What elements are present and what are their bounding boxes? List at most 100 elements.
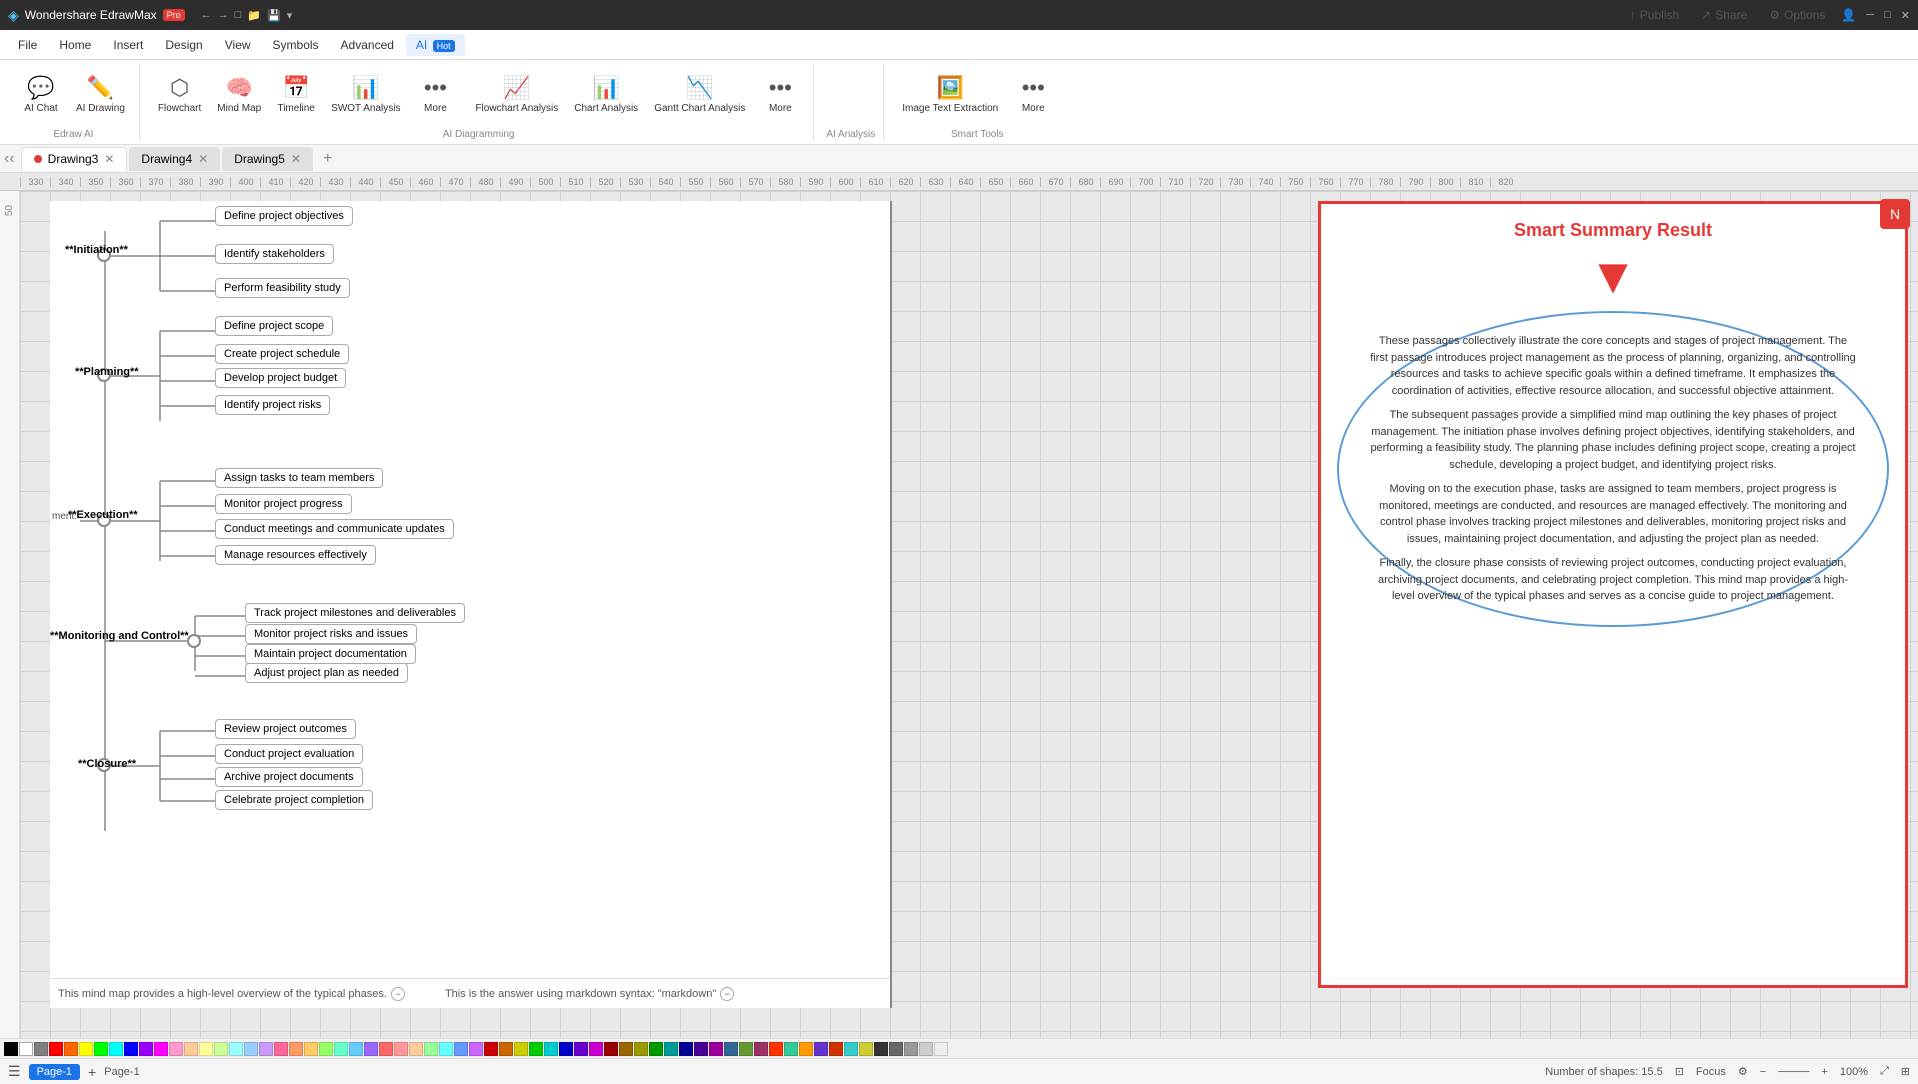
task-identify-stakeholders[interactable]: Identify stakeholders xyxy=(215,244,334,264)
color-green-light[interactable] xyxy=(214,1042,228,1056)
user-avatar[interactable]: 👤 xyxy=(1841,8,1856,22)
tab-drawing5[interactable]: Drawing5 ✕ xyxy=(222,147,313,171)
task-track-milestones[interactable]: Track project milestones and deliverable… xyxy=(245,603,465,623)
menu-insert[interactable]: Insert xyxy=(103,34,153,56)
zoom-out-icon[interactable]: − xyxy=(1760,1066,1766,1078)
window-maximize[interactable]: □ xyxy=(1884,9,1891,21)
task-maintain-docs[interactable]: Maintain project documentation xyxy=(245,644,416,664)
color-amber[interactable] xyxy=(799,1042,813,1056)
menu-advanced[interactable]: Advanced xyxy=(331,34,404,56)
status-icon-bottom[interactable]: ⊞ xyxy=(1901,1065,1910,1078)
color-apricot[interactable] xyxy=(409,1042,423,1056)
color-brick[interactable] xyxy=(829,1042,843,1056)
color-violet[interactable] xyxy=(364,1042,378,1056)
toolbar-swot[interactable]: 📊 SWOT Analysis xyxy=(325,65,406,125)
color-teal[interactable] xyxy=(664,1042,678,1056)
task-monitor-risks[interactable]: Monitor project risks and issues xyxy=(245,624,417,644)
color-peach[interactable] xyxy=(184,1042,198,1056)
menu-symbols[interactable]: Symbols xyxy=(263,34,329,56)
color-red[interactable] xyxy=(49,1042,63,1056)
toolbar-gantt-analysis[interactable]: 📉 Gantt Chart Analysis xyxy=(648,65,751,125)
color-pink-light[interactable] xyxy=(169,1042,183,1056)
tab-scroll-left[interactable]: ‹‹ xyxy=(4,150,15,168)
options-button[interactable]: ⚙ Options xyxy=(1763,6,1831,24)
tab-drawing3[interactable]: Drawing3 ✕ xyxy=(21,147,128,171)
task-feasibility[interactable]: Perform feasibility study xyxy=(215,278,350,298)
color-emerald[interactable] xyxy=(784,1042,798,1056)
fullscreen-icon[interactable]: ⤢ xyxy=(1880,1065,1889,1078)
color-indigo[interactable] xyxy=(574,1042,588,1056)
toolbar-more1[interactable]: ••• More xyxy=(410,65,460,125)
color-navy[interactable] xyxy=(679,1042,693,1056)
color-maroon[interactable] xyxy=(604,1042,618,1056)
minus-icon-right[interactable]: − xyxy=(720,987,734,1001)
color-mint[interactable] xyxy=(424,1042,438,1056)
task-identify-risks[interactable]: Identify project risks xyxy=(215,395,330,415)
menu-ai[interactable]: AI Hot xyxy=(406,34,465,56)
toolbar-open[interactable]: 📁 xyxy=(247,9,261,22)
color-yellow[interactable] xyxy=(79,1042,93,1056)
tab-drawing5-close[interactable]: ✕ xyxy=(291,152,301,166)
color-coral[interactable] xyxy=(379,1042,393,1056)
color-dark-cyan[interactable] xyxy=(544,1042,558,1056)
color-orchid[interactable] xyxy=(469,1042,483,1056)
minus-icon-left[interactable]: − xyxy=(391,987,405,1001)
status-menu-icon[interactable]: ☰ xyxy=(8,1063,21,1080)
color-turquoise[interactable] xyxy=(844,1042,858,1056)
color-yellow-olive[interactable] xyxy=(859,1042,873,1056)
color-salmon[interactable] xyxy=(289,1042,303,1056)
toolbar-image-text[interactable]: 🖼️ Image Text Extraction xyxy=(896,65,1004,125)
tab-drawing4-close[interactable]: ✕ xyxy=(198,152,208,166)
task-develop-budget[interactable]: Develop project budget xyxy=(215,368,346,388)
status-add-page[interactable]: + xyxy=(88,1064,96,1080)
color-lime[interactable] xyxy=(319,1042,333,1056)
color-magenta[interactable] xyxy=(154,1042,168,1056)
toolbar-more3[interactable]: ••• More xyxy=(1008,65,1058,125)
color-olive[interactable] xyxy=(514,1042,528,1056)
color-purple[interactable] xyxy=(139,1042,153,1056)
color-plum[interactable] xyxy=(709,1042,723,1056)
color-very-light-gray[interactable] xyxy=(919,1042,933,1056)
task-conduct-evaluation[interactable]: Conduct project evaluation xyxy=(215,744,363,764)
color-sky[interactable] xyxy=(349,1042,363,1056)
color-medium-gray[interactable] xyxy=(889,1042,903,1056)
color-orange-red[interactable] xyxy=(64,1042,78,1056)
tab-drawing4[interactable]: Drawing4 ✕ xyxy=(129,147,220,171)
toolbar-flowchart[interactable]: ⬡ Flowchart xyxy=(152,65,207,125)
toolbar-more[interactable]: ▾ xyxy=(287,9,293,22)
tab-add[interactable]: + xyxy=(315,146,340,172)
task-conduct-meetings[interactable]: Conduct meetings and communicate updates xyxy=(215,519,454,539)
tab-drawing3-close[interactable]: ✕ xyxy=(104,152,114,166)
menu-design[interactable]: Design xyxy=(155,34,212,56)
document-canvas[interactable]: ment: **Initiation** **Planning** **Exec… xyxy=(50,201,890,1008)
color-wine[interactable] xyxy=(754,1042,768,1056)
menu-view[interactable]: View xyxy=(215,34,261,56)
color-gray[interactable] xyxy=(34,1042,48,1056)
color-cornflower[interactable] xyxy=(454,1042,468,1056)
task-assign-tasks[interactable]: Assign tasks to team members xyxy=(215,468,383,488)
task-archive-docs[interactable]: Archive project documents xyxy=(215,767,363,787)
zoom-in-icon[interactable]: + xyxy=(1821,1066,1827,1078)
toolbar-flowchart-analysis[interactable]: 📈 Flowchart Analysis xyxy=(469,65,564,125)
toolbar-ai-drawing[interactable]: ✏️ AI Drawing xyxy=(70,65,131,125)
color-dark-green[interactable] xyxy=(529,1042,543,1056)
toolbar-redo[interactable]: → xyxy=(218,9,229,21)
task-create-schedule[interactable]: Create project schedule xyxy=(215,344,349,364)
toolbar-new[interactable]: □ xyxy=(235,9,242,21)
color-olive-green[interactable] xyxy=(739,1042,753,1056)
task-manage-resources[interactable]: Manage resources effectively xyxy=(215,545,376,565)
color-green[interactable] xyxy=(94,1042,108,1056)
color-near-white[interactable] xyxy=(934,1042,948,1056)
color-blue-light[interactable] xyxy=(244,1042,258,1056)
task-review-outcomes[interactable]: Review project outcomes xyxy=(215,719,356,739)
color-white[interactable] xyxy=(19,1042,33,1056)
task-define-objectives[interactable]: Define project objectives xyxy=(215,206,353,226)
menu-file[interactable]: File xyxy=(8,34,47,56)
status-icon-fit[interactable]: ⊡ xyxy=(1675,1065,1684,1078)
color-dark-purple[interactable] xyxy=(694,1042,708,1056)
color-gold[interactable] xyxy=(304,1042,318,1056)
color-forest[interactable] xyxy=(649,1042,663,1056)
canvas-area[interactable]: ment: **Initiation** **Planning** **Exec… xyxy=(20,191,1918,1038)
color-blue[interactable] xyxy=(124,1042,138,1056)
color-dark-olive[interactable] xyxy=(634,1042,648,1056)
